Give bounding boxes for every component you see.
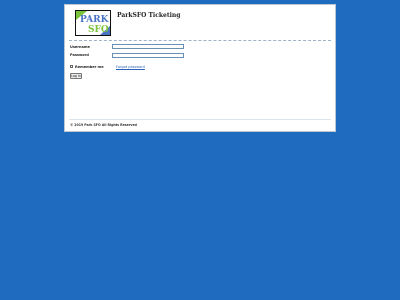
login-panel: PARK SFO ParkSFO Ticketing Username Pass… [64,4,336,132]
header-divider [69,40,331,41]
forgot-password-link[interactable]: Forgot password [116,65,145,69]
copyright-text: © 2019 Park SFO All Rights Reserved [70,123,137,127]
app-title: ParkSFO Ticketing [117,12,181,19]
footer-divider [69,119,331,120]
login-button[interactable]: Log In [70,73,82,79]
username-label: Username [70,45,90,49]
remember-me-checkbox[interactable] [70,65,73,68]
password-input[interactable] [112,53,184,58]
logo-text-sfo: SFO [88,25,109,35]
logo-text-park: PARK [80,15,110,25]
parksfo-logo-graphic: PARK SFO [76,11,110,35]
password-label: Password [70,53,89,57]
remember-me-label: Remember me [75,65,104,69]
username-input[interactable] [112,44,184,49]
parksfo-logo: PARK SFO [75,10,111,36]
